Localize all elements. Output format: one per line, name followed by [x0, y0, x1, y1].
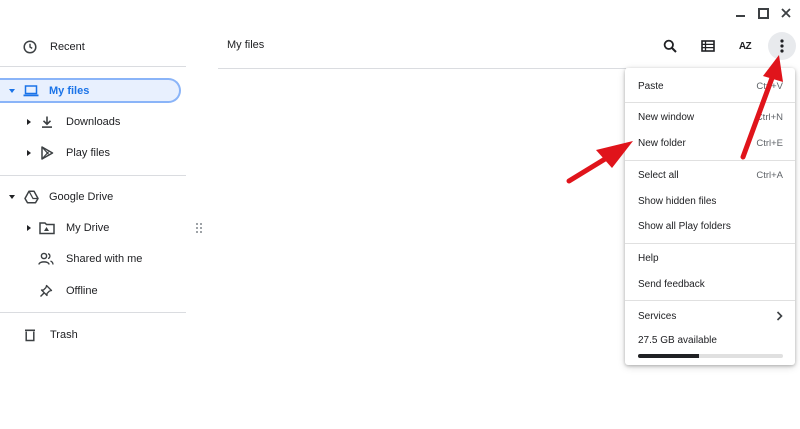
- annotation-arrows: [566, 55, 783, 184]
- arrow-to-menu-button-icon: [740, 55, 783, 160]
- arrow-to-new-folder-icon: [566, 141, 633, 184]
